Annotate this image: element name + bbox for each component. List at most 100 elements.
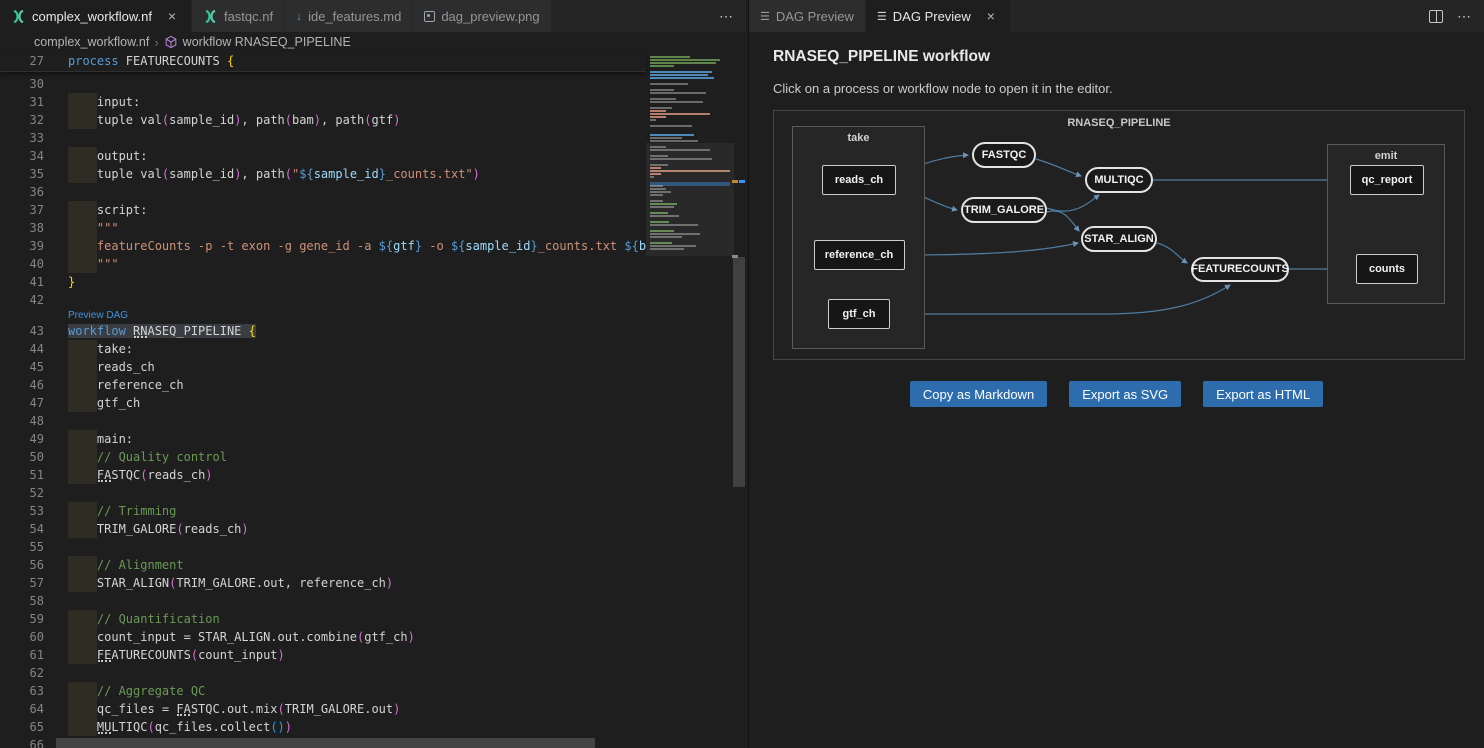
line-number: 49 — [0, 430, 44, 448]
horizontal-scrollbar[interactable] — [0, 738, 646, 748]
line-number: 46 — [0, 376, 44, 394]
line-number: 27 — [0, 52, 44, 70]
line-number: 33 — [0, 129, 44, 147]
code-line: 50 // Quality control — [0, 448, 646, 466]
code-line: 39 featureCounts -p -t exon -g gene_id -… — [0, 237, 646, 255]
line-number: 52 — [0, 484, 44, 502]
preview-icon: ☰ — [760, 10, 770, 23]
line-number: 45 — [0, 358, 44, 376]
line-number: 56 — [0, 556, 44, 574]
close-icon[interactable]: × — [983, 8, 999, 24]
code-line: 57 STAR_ALIGN(TRIM_GALORE.out, reference… — [0, 574, 646, 592]
close-icon[interactable]: × — [164, 8, 180, 24]
code-lines: 3031 input:32 tuple val(sample_id), path… — [0, 75, 646, 748]
page-title: RNASEQ_PIPELINE workflow — [773, 48, 990, 66]
preview-icon: ☰ — [877, 10, 887, 23]
code-line: 41} — [0, 273, 646, 291]
dag-edge-trim-galore-to-multiqc — [1047, 195, 1099, 211]
code-line: 65 MULTIQC(qc_files.collect()) — [0, 718, 646, 736]
line-number: 62 — [0, 664, 44, 682]
dag-process-fastqc[interactable]: FASTQC — [972, 142, 1036, 168]
export-as-html-button[interactable]: Export as HTML — [1203, 381, 1323, 407]
code-line: 58 — [0, 592, 646, 610]
split-editor-icon[interactable] — [1429, 10, 1443, 23]
copy-as-markdown-button[interactable]: Copy as Markdown — [910, 381, 1047, 407]
line-number: 61 — [0, 646, 44, 664]
code-line: 61 FEATURECOUNTS(count_input) — [0, 646, 646, 664]
code-line: 44 take: — [0, 340, 646, 358]
dag-process-featurecounts[interactable]: FEATURECOUNTS — [1191, 257, 1289, 282]
dag-edge-trim-galore-to-star-align — [1047, 211, 1079, 231]
code-line: 51 FASTQC(reads_ch) — [0, 466, 646, 484]
image-icon — [424, 11, 435, 22]
code-line: 56 // Alignment — [0, 556, 646, 574]
markdown-icon: ↓ — [296, 9, 302, 23]
line-number: 34 — [0, 147, 44, 165]
vertical-scrollbar-thumb[interactable] — [733, 257, 745, 487]
code-editor[interactable]: 27process FEATURECOUNTS { 3031 input:32 … — [0, 52, 746, 748]
tab-label: ide_features.md — [308, 9, 401, 24]
tab-ide-features-md[interactable]: ↓ ide_features.md — [285, 0, 412, 32]
line-number: 44 — [0, 340, 44, 358]
line-number: 40 — [0, 255, 44, 273]
tab-fastqc-nf[interactable]: fastqc.nf — [192, 0, 284, 32]
line-number: 30 — [0, 75, 44, 93]
page-subtitle: Click on a process or workflow node to o… — [773, 81, 1113, 96]
symbol-workflow-icon — [164, 35, 178, 49]
overview-ruler-mark — [732, 180, 738, 183]
dag-export-toolbar: Copy as Markdown Export as SVG Export as H… — [749, 381, 1484, 407]
breadcrumb-symbol[interactable]: workflow RNASEQ_PIPELINE — [183, 35, 351, 49]
dag-channel-reads-ch[interactable]: reads_ch — [822, 165, 896, 195]
dag-channel-qc-report[interactable]: qc_report — [1350, 165, 1424, 195]
code-line: 31 input: — [0, 93, 646, 111]
code-line: 42 — [0, 291, 646, 309]
line-number: 51 — [0, 466, 44, 484]
more-actions-icon[interactable]: ⋯ — [1457, 8, 1472, 25]
dag-edge-reference-ch-to-star-align — [905, 243, 1078, 255]
tab-label: DAG Preview — [893, 9, 971, 24]
line-number: 42 — [0, 291, 44, 309]
left-tab-strip: complex_workflow.nf×fastqc.nf ↓ ide_featur… — [0, 0, 746, 32]
code-line: 48 — [0, 412, 646, 430]
code-line: 35 tuple val(sample_id), path("${sample_… — [0, 165, 646, 183]
code-line: 43workflow RNASEQ_PIPELINE { — [0, 322, 646, 340]
tab-dag-preview-preview[interactable]: ☰DAG Preview — [749, 0, 865, 32]
more-actions-icon[interactable]: ⋯ — [719, 8, 734, 25]
code-line: 33 — [0, 129, 646, 147]
dag-process-star-align[interactable]: STAR_ALIGN — [1081, 226, 1157, 252]
code-line: 30 — [0, 75, 646, 93]
horizontal-scrollbar-thumb[interactable] — [56, 738, 595, 748]
dag-channel-gtf-ch[interactable]: gtf_ch — [828, 299, 890, 329]
minimap[interactable] — [646, 54, 734, 744]
line-number: 41 — [0, 273, 44, 291]
sticky-scroll-line[interactable]: 27process FEATURECOUNTS { — [0, 52, 646, 72]
codelens-preview-dag[interactable]: Preview DAG — [0, 309, 646, 322]
export-as-svg-button[interactable]: Export as SVG — [1069, 381, 1181, 407]
code-line: 38 """ — [0, 219, 646, 237]
line-number: 32 — [0, 111, 44, 129]
tab-dag-preview-png[interactable]: dag_preview.png — [413, 0, 550, 32]
code-line: 37 script: — [0, 201, 646, 219]
minimap-slider[interactable] — [646, 143, 734, 256]
line-number: 53 — [0, 502, 44, 520]
dag-process-multiqc[interactable]: MULTIQC — [1085, 167, 1153, 193]
breadcrumb[interactable]: complex_workflow.nf › workflow RNASEQ_PI… — [0, 32, 746, 52]
code-line: 40 """ — [0, 255, 646, 273]
dag-channel-reference-ch[interactable]: reference_ch — [814, 240, 905, 270]
code-line: 59 // Quantification — [0, 610, 646, 628]
dag-process-trim-galore[interactable]: TRIM_GALORE — [961, 197, 1047, 223]
vertical-scrollbar[interactable] — [732, 52, 746, 748]
right-tab-strip: ☰DAG Preview☰DAG Preview× ⋯ — [749, 0, 1484, 32]
tab-dag-preview-preview[interactable]: ☰ DAG Preview × — [866, 0, 1010, 32]
nextflow-icon — [11, 10, 26, 23]
breadcrumb-file[interactable]: complex_workflow.nf — [34, 35, 149, 49]
tab-complex-workflow-nf[interactable]: complex_workflow.nf× — [0, 0, 191, 32]
line-number: 31 — [0, 93, 44, 111]
line-number: 63 — [0, 682, 44, 700]
code-line: 55 — [0, 538, 646, 556]
code-line: 34 output: — [0, 147, 646, 165]
nextflow-icon — [203, 10, 218, 23]
editor-group-left: complex_workflow.nf×fastqc.nf↓ide_featur… — [0, 0, 746, 748]
nextflow-file-icon — [14, 36, 29, 49]
dag-channel-counts[interactable]: counts — [1356, 254, 1418, 284]
